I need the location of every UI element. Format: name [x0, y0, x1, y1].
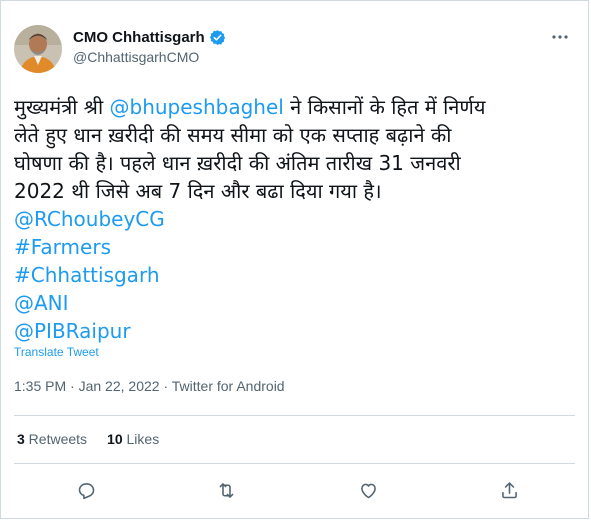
- reply-icon: [78, 482, 94, 499]
- tweet-card: CMO Chhattisgarh @ChhattisgarhCMO मुख्यम…: [0, 0, 589, 519]
- divider: [14, 463, 575, 464]
- retweets-stat[interactable]: 3 Retweets: [17, 431, 87, 447]
- author-name-row[interactable]: CMO Chhattisgarh: [73, 29, 226, 46]
- tweet-line-3: घोषणा की है। पहले धान ख़रीदी की अंतिम ता…: [14, 151, 461, 175]
- tweet-metadata: 1:35 PM · Jan 22, 2022 · Twitter for And…: [14, 378, 285, 394]
- divider: [14, 415, 575, 416]
- retweets-label: Retweets: [24, 431, 88, 447]
- tweet-text-segment: ने किसानों के हित में निर्णय: [283, 95, 486, 119]
- like-button[interactable]: [355, 477, 381, 503]
- tweet-date[interactable]: Jan 22, 2022: [79, 378, 160, 394]
- tweet-line-4: 2022 थी जिसे अब 7 दिन और बढा दिया गया है…: [14, 179, 382, 203]
- tweet-source[interactable]: Twitter for Android: [172, 378, 285, 394]
- tweet-text: मुख्यमंत्री श्री @bhupeshbaghel ने किसान…: [14, 93, 574, 345]
- hashtag-link[interactable]: #Farmers: [14, 233, 574, 261]
- tweet-time[interactable]: 1:35 PM: [14, 378, 66, 394]
- share-button[interactable]: [496, 477, 522, 503]
- likes-label: Likes: [122, 431, 160, 447]
- mention-link[interactable]: @ANI: [14, 289, 574, 317]
- verified-badge-icon: [209, 29, 226, 46]
- author-name[interactable]: CMO Chhattisgarh: [73, 29, 205, 46]
- more-options-icon[interactable]: [550, 27, 570, 47]
- mention-link[interactable]: @RChoubeyCG: [14, 205, 574, 233]
- reply-button[interactable]: [73, 477, 99, 503]
- mention-link[interactable]: @PIBRaipur: [14, 317, 574, 345]
- like-icon: [360, 483, 376, 498]
- likes-count: 10: [107, 431, 123, 447]
- tweet-text-segment: मुख्यमंत्री श्री: [14, 95, 110, 119]
- avatar[interactable]: [14, 25, 62, 73]
- retweet-icon: [219, 482, 233, 498]
- retweet-button[interactable]: [213, 477, 239, 503]
- tweet-line-1: मुख्यमंत्री श्री @bhupeshbaghel ने किसान…: [14, 93, 574, 121]
- meta-separator: ·: [159, 378, 172, 394]
- retweets-count: 3: [17, 431, 25, 447]
- tweet-actions-bar: [1, 477, 591, 505]
- hashtag-link[interactable]: #Chhattisgarh: [14, 261, 574, 289]
- meta-separator: ·: [66, 378, 79, 394]
- share-icon: [501, 481, 517, 498]
- tweet-line-2: लेते हुए धान ख़रीदी की समय सीमा को एक सप…: [14, 123, 452, 147]
- likes-stat[interactable]: 10 Likes: [107, 431, 159, 447]
- tweet-stats: 3 Retweets 10 Likes: [17, 431, 159, 447]
- author-handle[interactable]: @ChhattisgarhCMO: [73, 49, 199, 65]
- translate-tweet-link[interactable]: Translate Tweet: [14, 345, 99, 359]
- mention-link[interactable]: @bhupeshbaghel: [110, 95, 284, 119]
